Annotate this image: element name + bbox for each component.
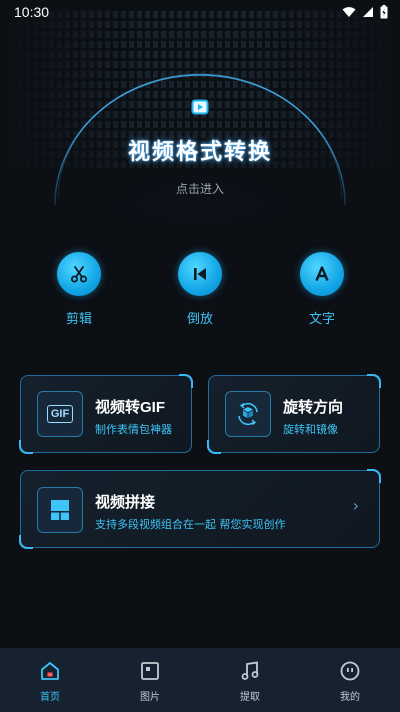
hero-banner[interactable]: 视频格式转换 点击进入: [0, 0, 400, 230]
letter-a-icon: [300, 252, 344, 296]
status-bar: 10:30: [0, 0, 400, 24]
battery-icon: [380, 5, 388, 19]
status-time: 10:30: [14, 4, 50, 20]
card-corner-accent: [19, 440, 33, 454]
video-play-icon: [191, 99, 209, 115]
music-note-icon: [241, 661, 259, 680]
action-text[interactable]: 文字: [287, 252, 357, 327]
scissors-icon: [57, 252, 101, 296]
card-rotate-subtitle: 旋转和镜像: [283, 423, 338, 436]
wifi-icon: [342, 7, 356, 17]
card-corner-accent: [207, 440, 221, 454]
bottom-tab-bar: 首页 图片 提取 我的: [0, 648, 400, 712]
card-rotate[interactable]: 旋转方向 旋转和镜像: [207, 374, 381, 454]
status-icons: [342, 5, 388, 19]
card-corner-accent: [367, 469, 381, 483]
action-reverse-label: 倒放: [186, 312, 213, 327]
signal-icon: [363, 7, 373, 17]
tab-profile-label: 我的: [340, 692, 360, 703]
collage-icon: [37, 487, 83, 533]
card-video-to-gif[interactable]: GIF 视频转GIF 制作表情包神器: [19, 374, 193, 454]
rotate-cube-icon: [225, 391, 271, 437]
gif-icon: GIF: [37, 391, 83, 437]
action-text-label: 文字: [308, 312, 335, 327]
image-icon: [141, 662, 159, 680]
action-reverse[interactable]: 倒放: [165, 252, 235, 327]
tab-home[interactable]: 首页: [0, 648, 100, 712]
home-icon: [41, 662, 59, 680]
tab-images[interactable]: 图片: [100, 648, 200, 712]
card-merge-title: 视频拼接: [95, 494, 156, 511]
card-corner-accent: [179, 374, 193, 388]
tab-extract[interactable]: 提取: [200, 648, 300, 712]
tab-extract-label: 提取: [240, 692, 260, 703]
face-icon: [340, 661, 360, 681]
card-merge-subtitle: 支持多段视频组合在一起 帮您实现创作: [95, 518, 286, 531]
card-gif-title: 视频转GIF: [95, 399, 165, 416]
quick-actions: 剪辑 倒放 文字: [0, 252, 400, 332]
skip-back-icon: [178, 252, 222, 296]
chevron-right-icon: ›: [352, 496, 359, 515]
card-gif-subtitle: 制作表情包神器: [95, 423, 172, 436]
gif-icon-text: GIF: [46, 405, 74, 423]
card-video-merge[interactable]: 视频拼接 支持多段视频组合在一起 帮您实现创作 ›: [19, 469, 381, 549]
tab-home-label: 首页: [40, 692, 60, 703]
tab-profile[interactable]: 我的: [300, 648, 400, 712]
action-edit-label: 剪辑: [65, 312, 92, 327]
hero-subtitle: 点击进入: [175, 182, 224, 196]
action-edit[interactable]: 剪辑: [44, 252, 114, 327]
tab-images-label: 图片: [140, 692, 160, 703]
card-corner-accent: [367, 374, 381, 388]
card-rotate-title: 旋转方向: [283, 399, 344, 416]
card-corner-accent: [19, 535, 33, 549]
hero-title: 视频格式转换: [127, 140, 272, 165]
